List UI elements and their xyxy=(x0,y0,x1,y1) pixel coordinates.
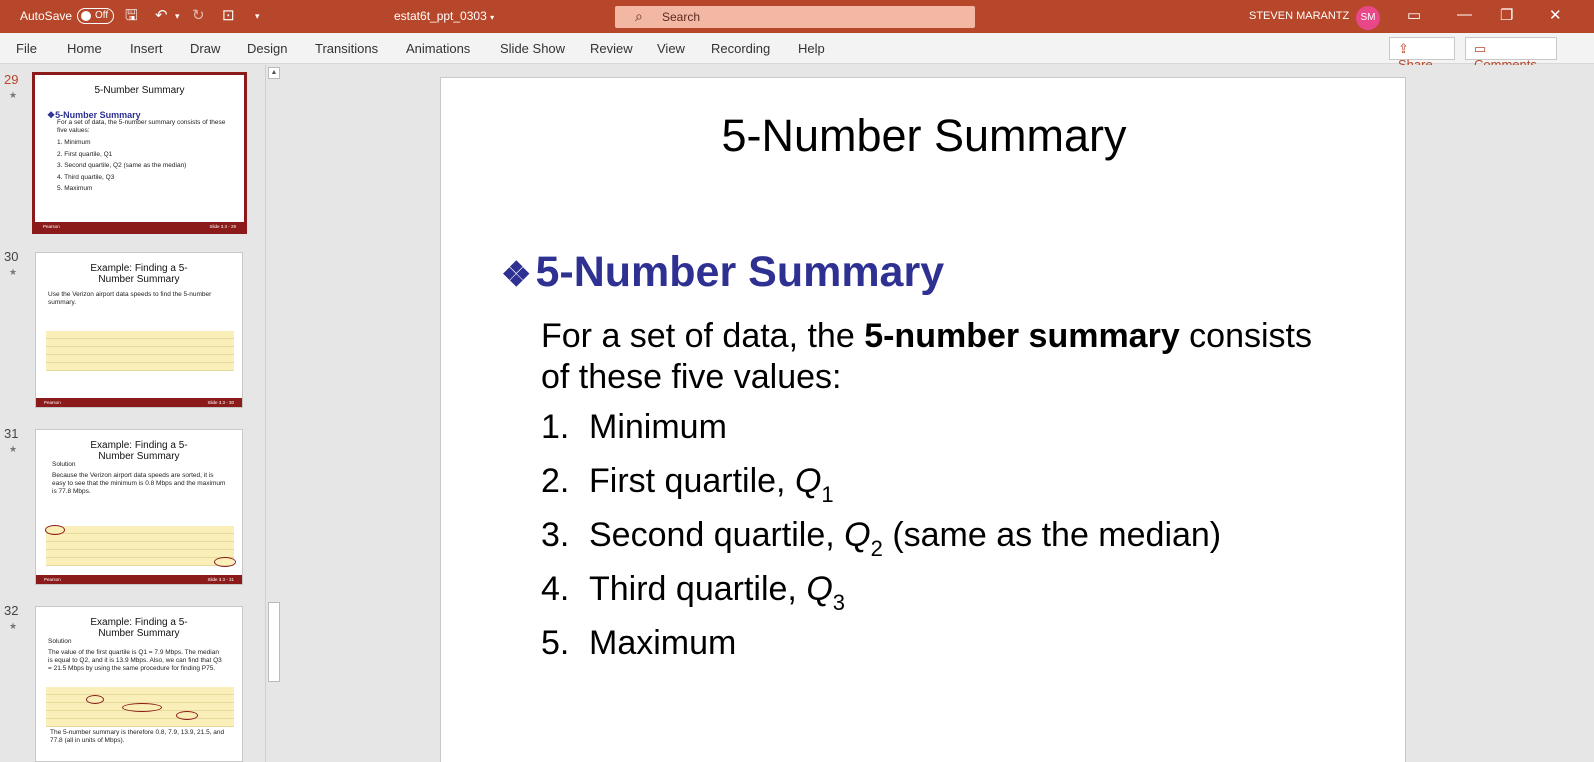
slide-title[interactable]: 5-Number Summary xyxy=(441,110,1407,162)
thumbnail-text: Use the Verizon airport data speeds to f… xyxy=(48,291,212,306)
slide-number: 32 xyxy=(4,603,19,618)
highlight-circle xyxy=(176,711,198,720)
thumbnail-label: Solution xyxy=(52,461,76,468)
tab-recording[interactable]: Recording xyxy=(711,41,770,56)
list-item: 2. First quartile, Q1 xyxy=(541,462,834,507)
highlight-circle xyxy=(122,703,162,712)
title-bar: AutoSave Off 🖫 ↶ ▾ ↻ ⊡ ▾ estat6t_ppt_030… xyxy=(0,0,1594,33)
thumbnail-text: The 5-number summary is therefore 0.8, 7… xyxy=(50,729,225,744)
highlight-circle xyxy=(45,525,65,535)
thumbnail-list-item: 3. Second quartile, Q2 (same as the medi… xyxy=(57,162,187,169)
animation-star-icon: ★ xyxy=(9,621,18,631)
current-slide[interactable]: 5-Number Summary ❖5-Number Summary For a… xyxy=(440,77,1406,762)
present-from-beginning-icon[interactable]: ⊡ xyxy=(222,7,235,25)
customize-toolbar-icon[interactable]: ▾ xyxy=(255,7,260,25)
highlight-circle xyxy=(86,695,104,704)
thumbnail-footer: Pearson Slide 3.3 - 31 xyxy=(36,575,242,584)
list-item: 5. Maximum xyxy=(541,624,737,662)
autosave-label: AutoSave xyxy=(20,9,73,23)
tab-file[interactable]: File xyxy=(16,41,37,56)
autosave-state: Off xyxy=(95,10,109,21)
tab-view[interactable]: View xyxy=(657,41,685,56)
thumbnail-body: ❖5-Number Summary For a set of data, the… xyxy=(47,111,227,195)
scroll-thumb[interactable] xyxy=(268,602,280,682)
intro-paragraph[interactable]: For a set of data, the 5-number summary … xyxy=(541,316,1321,398)
user-name[interactable]: STEVEN MARANTZ xyxy=(1249,10,1349,22)
autosave-toggle[interactable]: Off xyxy=(77,8,114,24)
tab-help[interactable]: Help xyxy=(798,41,825,56)
thumbnail-title: Example: Finding a 5-Number Summary xyxy=(90,263,188,285)
scroll-up-icon[interactable]: ▲ xyxy=(268,67,280,79)
thumbnail-text: The value of the first quartile is Q1 = … xyxy=(48,649,222,672)
thumbnail-text: Because the Verizon airport data speeds … xyxy=(52,472,226,495)
share-icon: ⇪ xyxy=(1398,41,1409,56)
data-table-image xyxy=(46,526,234,566)
thumbnail-footer: Pearson Slide 3.3 - 29 xyxy=(35,222,244,231)
slide-thumbnail-30[interactable]: Example: Finding a 5-Number Summary Use … xyxy=(35,252,243,408)
list-item: 4. Third quartile, Q3 xyxy=(541,570,846,615)
slide-number: 29 xyxy=(4,72,19,87)
slide-number: 30 xyxy=(4,249,19,264)
thumbnail-title: 5-Number Summary xyxy=(94,85,185,96)
save-icon[interactable]: 🖫 xyxy=(125,7,138,25)
minimize-icon[interactable]: — xyxy=(1457,6,1472,23)
tab-insert[interactable]: Insert xyxy=(130,41,163,56)
restore-icon[interactable]: ❐ xyxy=(1500,6,1513,24)
thumbnail-list-item: 2. First quartile, Q1 xyxy=(57,150,113,158)
thumbnail-title: Example: Finding a 5-Number Summary xyxy=(90,440,188,462)
avatar[interactable]: SM xyxy=(1356,6,1380,30)
undo-icon[interactable]: ↶ xyxy=(155,7,168,25)
toggle-knob xyxy=(81,11,91,21)
highlight-circle xyxy=(214,557,236,567)
slide-thumbnail-pane: 29 ★ 5-Number Summary ❖5-Number Summary … xyxy=(0,65,285,762)
summary-list[interactable]: 1. Minimum 2. First quartile, Q1 3. Second … xyxy=(541,408,1221,678)
list-item: 3. Second quartile, Q2 (same as the media… xyxy=(541,516,1222,561)
animation-star-icon: ★ xyxy=(9,90,18,100)
bullet-diamond-icon: ❖ xyxy=(501,256,532,294)
slide-thumbnail-31[interactable]: Example: Finding a 5-Number Summary Solu… xyxy=(35,429,243,585)
thumbnail-list-item: 5. Maximum xyxy=(57,185,93,192)
comments-button[interactable]: ▭ Comments xyxy=(1465,37,1557,72)
bullet-heading[interactable]: ❖5-Number Summary xyxy=(501,248,944,297)
list-item: 1. Minimum xyxy=(541,408,727,446)
document-filename[interactable]: estat6t_ppt_0303 ▾ xyxy=(394,9,494,23)
bullet-heading-text: 5-Number Summary xyxy=(535,248,945,296)
thumbnail-footer: Pearson Slide 3.3 - 30 xyxy=(36,398,242,407)
share-button[interactable]: ⇪ Share xyxy=(1389,37,1455,72)
tab-slide-show[interactable]: Slide Show xyxy=(500,41,565,56)
close-icon[interactable]: ✕ xyxy=(1549,6,1562,24)
thumbnail-list-item: 4. Third quartile, Q3 xyxy=(57,173,115,181)
data-table-image xyxy=(46,331,234,371)
redo-icon[interactable]: ↻ xyxy=(192,7,205,25)
slide-thumbnail-29[interactable]: 5-Number Summary ❖5-Number Summary For a… xyxy=(32,72,247,234)
tab-home[interactable]: Home xyxy=(67,41,102,56)
slide-editor: 5-Number Summary ❖5-Number Summary For a… xyxy=(286,65,1594,762)
slide-thumbnail-32[interactable]: Example: Finding a 5-Number Summary Solu… xyxy=(35,606,243,762)
tab-review[interactable]: Review xyxy=(590,41,633,56)
tab-draw[interactable]: Draw xyxy=(190,41,220,56)
slide-number: 31 xyxy=(4,426,19,441)
search-placeholder: Search xyxy=(662,10,701,24)
ribbon-tabs: File Home Insert Draw Design Transitions… xyxy=(0,33,1594,72)
thumbnail-title: Example: Finding a 5-Number Summary xyxy=(90,617,188,639)
thumbnail-label: Solution xyxy=(48,638,72,645)
thumbnail-list-item: 1. Minimum xyxy=(57,139,91,146)
undo-dropdown-icon[interactable]: ▾ xyxy=(175,7,180,25)
comment-icon: ▭ xyxy=(1474,41,1487,56)
tab-transitions[interactable]: Transitions xyxy=(315,41,378,56)
animation-star-icon: ★ xyxy=(9,267,18,277)
thumbnail-scrollbar[interactable]: ▲ xyxy=(265,65,281,762)
thumbnail-intro: For a set of data, the 5-number summary … xyxy=(57,119,226,134)
ribbon-display-options-icon[interactable]: ▭ xyxy=(1407,6,1421,24)
filename-dropdown-icon: ▾ xyxy=(490,13,495,22)
animation-star-icon: ★ xyxy=(9,444,18,454)
tab-design[interactable]: Design xyxy=(247,41,287,56)
search-icon: ⌕ xyxy=(635,8,643,24)
tab-animations[interactable]: Animations xyxy=(406,41,470,56)
search-box[interactable]: ⌕ Search xyxy=(615,6,975,28)
